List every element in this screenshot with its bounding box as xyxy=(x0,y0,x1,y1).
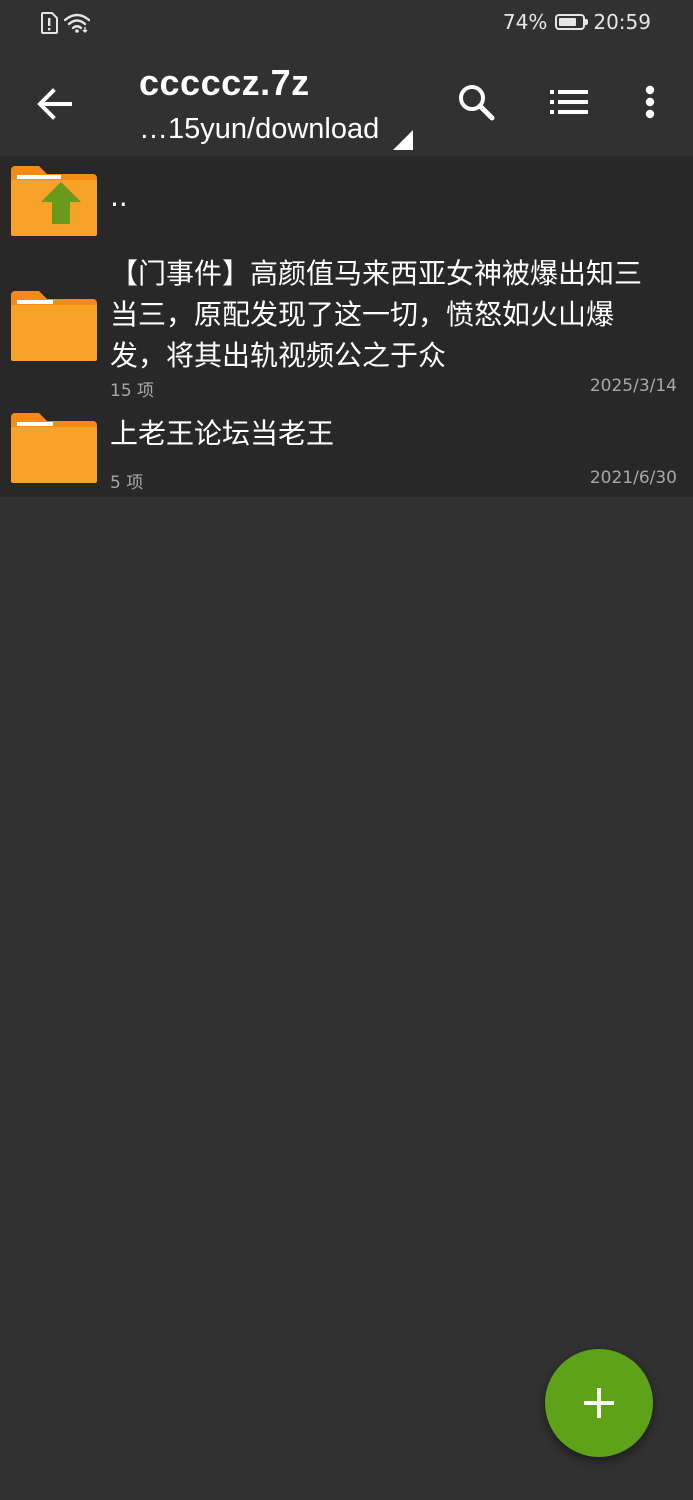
alert-sim-icon xyxy=(40,12,58,38)
status-time: 20:59 xyxy=(593,10,651,34)
battery-icon xyxy=(555,14,589,30)
more-vert-icon xyxy=(645,85,655,119)
title-block: cccccz.7z …15yun/download xyxy=(139,62,414,150)
item-name: 【门事件】高颜值马来西亚女神被爆出知三当三，原配发现了这一切，愤怒如火山爆发，将… xyxy=(110,257,643,372)
folder-up-icon xyxy=(11,166,97,236)
list-item[interactable]: 【门事件】高颜值马来西亚女神被爆出知三当三，原配发现了这一切，愤怒如火山爆发，将… xyxy=(0,243,693,405)
add-fab-button[interactable] xyxy=(545,1349,653,1457)
search-icon xyxy=(459,85,495,121)
page-title: cccccz.7z xyxy=(139,62,310,103)
screen: 74% 20:59 cccccz.7z …15yun/download .. 【… xyxy=(0,0,693,1500)
item-count: 5 项 xyxy=(110,473,144,493)
list-item[interactable]: 上老王论坛当老王 5 项 2021/6/30 xyxy=(0,405,693,497)
status-bar: 74% 20:59 xyxy=(0,0,693,50)
search-button[interactable] xyxy=(450,76,502,128)
list-view-icon xyxy=(550,90,588,114)
item-name: 上老王论坛当老王 xyxy=(110,417,335,450)
plus-icon xyxy=(584,1388,614,1418)
back-button[interactable] xyxy=(28,78,80,130)
item-date: 2025/3/14 xyxy=(589,376,677,396)
folder-icon xyxy=(11,413,97,483)
list-view-button[interactable] xyxy=(543,76,595,128)
status-right: 74% 20:59 xyxy=(503,10,651,34)
list-item-parent[interactable]: .. xyxy=(0,156,693,243)
more-options-button[interactable] xyxy=(624,76,676,128)
wifi-icon xyxy=(63,13,91,37)
toolbar: cccccz.7z …15yun/download xyxy=(0,50,693,156)
back-arrow-icon xyxy=(37,88,72,120)
battery-percent: 74% xyxy=(502,10,548,34)
file-list: .. 【门事件】高颜值马来西亚女神被爆出知三当三，原配发现了这一切，愤怒如火山爆… xyxy=(0,156,693,497)
path-label: …15yun/download xyxy=(139,113,380,145)
status-left xyxy=(40,12,91,38)
battery-fill xyxy=(559,18,576,26)
dropdown-triangle-icon xyxy=(393,130,414,150)
item-count: 15 项 xyxy=(110,381,155,401)
path-dropdown[interactable]: …15yun/download xyxy=(139,108,414,150)
item-name: .. xyxy=(110,180,128,213)
folder-icon xyxy=(11,291,97,361)
item-date: 2021/6/30 xyxy=(589,468,677,488)
